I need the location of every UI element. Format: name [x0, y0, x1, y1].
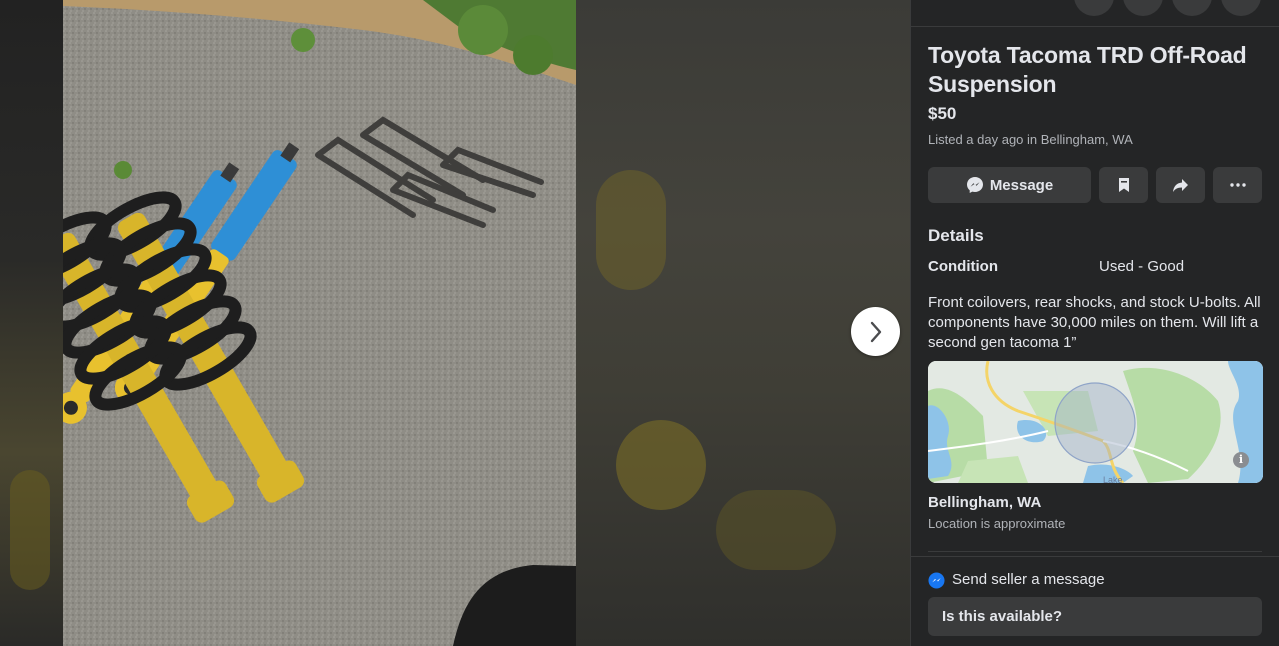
listing-price: $50 [928, 104, 957, 123]
condition-row: Condition Used - Good [928, 257, 1262, 277]
map-lake-label: Lake [1103, 475, 1123, 483]
account-icon[interactable] [1221, 0, 1261, 16]
send-seller-heading: Send seller a message [928, 570, 1262, 590]
share-icon [1173, 178, 1188, 192]
menu-icon[interactable] [1074, 0, 1114, 16]
bookmark-icon [1118, 178, 1129, 192]
location-map[interactable]: Lake i [928, 361, 1263, 483]
listing-actions: Message [928, 167, 1262, 203]
message-button[interactable]: Message [928, 167, 1091, 203]
messenger-icon [928, 571, 945, 589]
notifications-icon[interactable] [1172, 0, 1212, 16]
top-action-bar [911, 0, 1279, 27]
listing-title: Toyota Tacoma TRD Off-Road Suspension [928, 42, 1247, 97]
condition-label: Condition [928, 258, 998, 275]
share-button[interactable] [1156, 167, 1205, 203]
more-options-button[interactable] [1213, 167, 1262, 203]
next-photo-button[interactable] [851, 307, 900, 356]
listing-photo [63, 0, 576, 646]
info-icon[interactable]: i [1233, 452, 1249, 468]
messenger-icon [966, 177, 983, 193]
listing-meta: Listed a day ago in Bellingham, WA [928, 132, 1133, 147]
location-note: Location is approximate [928, 516, 1066, 531]
more-icon [1229, 183, 1246, 187]
send-seller-message-section: Send seller a message Is this available? [911, 556, 1279, 636]
blurred-background-left [0, 0, 63, 646]
chevron-right-icon [870, 321, 881, 342]
listing-description: Front coilovers, rear shocks, and stock … [928, 294, 1261, 351]
section-divider [928, 551, 1262, 552]
listing-details-panel: Toyota Tacoma TRD Off-Road Suspension $5… [910, 0, 1279, 646]
details-heading: Details [928, 226, 984, 245]
messenger-icon[interactable] [1123, 0, 1163, 16]
send-seller-label: Send seller a message [952, 571, 1105, 588]
save-button[interactable] [1099, 167, 1148, 203]
condition-value: Used - Good [1099, 258, 1185, 275]
location-name: Bellingham, WA [928, 494, 1042, 511]
listing-media-viewer [0, 0, 910, 646]
message-button-label: Message [989, 176, 1054, 194]
seller-message-input[interactable]: Is this available? [928, 597, 1262, 636]
